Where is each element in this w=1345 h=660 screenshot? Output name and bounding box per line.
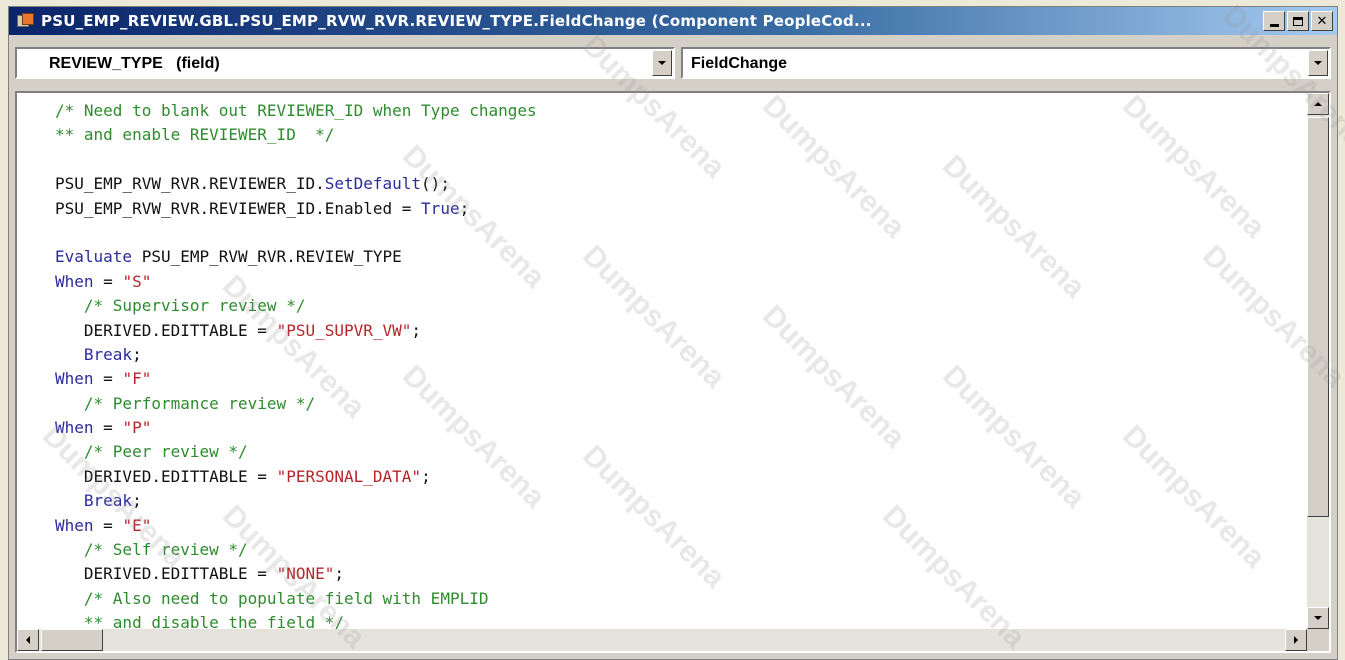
code-line: /* Also need to populate field with EMPL… xyxy=(55,587,537,611)
code-line: DERIVED.EDITTABLE = "PERSONAL_DATA"; xyxy=(55,465,537,489)
arrow-up-icon xyxy=(1314,102,1322,106)
field-selector-dropdown-button[interactable] xyxy=(652,50,672,76)
minimize-icon xyxy=(1269,23,1279,27)
code-token: DERIVED.EDITTABLE = xyxy=(55,320,277,340)
window-title: PSU_EMP_REVIEW.GBL.PSU_EMP_RVW_RVR.REVIE… xyxy=(41,12,872,30)
code-token: "F" xyxy=(122,369,152,389)
code-text-area[interactable]: /* Need to blank out REVIEWER_ID when Ty… xyxy=(55,99,537,636)
code-line: /* Performance review */ xyxy=(55,392,537,416)
event-selector[interactable]: FieldChange xyxy=(681,47,1331,79)
field-selector-value: REVIEW_TYPE (field) xyxy=(49,55,220,72)
code-line: Evaluate PSU_EMP_RVW_RVR.REVIEW_TYPE xyxy=(55,245,537,269)
code-line: When = "F" xyxy=(55,367,537,391)
field-selector[interactable]: REVIEW_TYPE (field) xyxy=(15,47,675,79)
code-token: (); xyxy=(421,174,450,194)
code-token: /* Also need to populate field with EMPL… xyxy=(55,588,489,608)
code-token: /* Peer review */ xyxy=(55,442,248,462)
code-token: When xyxy=(55,515,94,535)
code-editor[interactable]: /* Need to blank out REVIEWER_ID when Ty… xyxy=(15,91,1331,653)
code-token: "NONE" xyxy=(276,564,335,584)
peoplecode-app-icon xyxy=(17,13,35,29)
code-token: = xyxy=(93,418,123,438)
close-icon: ✕ xyxy=(1316,13,1328,29)
code-token: Break xyxy=(55,491,133,511)
code-token: "S" xyxy=(122,271,152,291)
code-token: Break xyxy=(55,344,133,364)
window-controls: ✕ xyxy=(1263,11,1333,31)
code-token: DERIVED.EDITTABLE = xyxy=(55,466,277,486)
maximize-button[interactable] xyxy=(1287,11,1309,31)
horizontal-scrollbar[interactable] xyxy=(17,629,1307,651)
arrow-down-icon xyxy=(1314,616,1322,620)
maximize-icon xyxy=(1293,16,1303,26)
peoplecode-editor-window: PSU_EMP_REVIEW.GBL.PSU_EMP_RVW_RVR.REVIE… xyxy=(8,6,1338,660)
code-token: True xyxy=(421,198,460,218)
code-token: ; xyxy=(459,198,470,218)
title-bar[interactable]: PSU_EMP_REVIEW.GBL.PSU_EMP_RVW_RVR.REVIE… xyxy=(9,7,1337,35)
code-token: ; xyxy=(132,344,142,364)
code-line: Break; xyxy=(55,489,537,513)
code-token: When xyxy=(55,369,94,389)
code-token: "PSU_SUPVR_VW" xyxy=(276,320,412,340)
code-token: = xyxy=(93,515,123,535)
code-line: When = "S" xyxy=(55,270,537,294)
code-token: PSU_EMP_RVW_RVR.REVIEW_TYPE xyxy=(132,247,402,267)
scroll-up-button[interactable] xyxy=(1307,93,1329,115)
code-token: PSU_EMP_RVW_RVR.REVIEWER_ID. xyxy=(55,174,325,194)
code-token: /* Supervisor review */ xyxy=(55,296,306,316)
code-line: PSU_EMP_RVW_RVR.REVIEWER_ID.SetDefault()… xyxy=(55,172,537,196)
code-token: ; xyxy=(132,491,142,511)
vertical-scroll-thumb[interactable] xyxy=(1307,117,1329,517)
scroll-down-button[interactable] xyxy=(1307,607,1329,629)
resize-grip-icon[interactable] xyxy=(1307,629,1329,651)
close-button[interactable]: ✕ xyxy=(1311,11,1333,31)
code-token: Evaluate xyxy=(55,247,133,267)
code-token: "PERSONAL_DATA" xyxy=(276,466,422,486)
code-line: ** and enable REVIEWER_ID */ xyxy=(55,123,537,147)
code-token: = xyxy=(93,369,123,389)
code-line: DERIVED.EDITTABLE = "PSU_SUPVR_VW"; xyxy=(55,319,537,343)
code-token: ; xyxy=(411,320,422,340)
horizontal-scroll-thumb[interactable] xyxy=(41,629,103,651)
scroll-right-button[interactable] xyxy=(1285,629,1307,651)
arrow-right-icon xyxy=(1294,636,1298,644)
code-token: ; xyxy=(334,564,344,584)
code-token: "E" xyxy=(122,515,152,535)
code-token: SetDefault xyxy=(324,174,422,194)
code-token: "P" xyxy=(122,418,152,438)
code-token: DERIVED.EDITTABLE = xyxy=(55,564,277,584)
code-line: /* Need to blank out REVIEWER_ID when Ty… xyxy=(55,99,537,123)
chevron-down-icon xyxy=(658,61,666,65)
code-line: PSU_EMP_RVW_RVR.REVIEWER_ID.Enabled = Tr… xyxy=(55,197,537,221)
code-token: PSU_EMP_RVW_RVR.REVIEWER_ID.Enabled = xyxy=(55,198,422,218)
scroll-left-button[interactable] xyxy=(17,629,39,651)
code-line: When = "P" xyxy=(55,416,537,440)
code-token: /* Performance review */ xyxy=(55,393,316,413)
code-token: When xyxy=(55,271,94,291)
code-line: Break; xyxy=(55,343,537,367)
code-token: /* Need to blank out REVIEWER_ID when Ty… xyxy=(55,101,537,120)
code-line: DERIVED.EDITTABLE = "NONE"; xyxy=(55,562,537,586)
code-token: = xyxy=(93,271,123,291)
minimize-button[interactable] xyxy=(1263,11,1285,31)
code-token: /* Self review */ xyxy=(55,540,248,560)
chevron-down-icon xyxy=(1314,61,1322,65)
arrow-left-icon xyxy=(26,636,30,644)
code-token: ** and enable REVIEWER_ID */ xyxy=(55,125,335,145)
code-line: When = "E" xyxy=(55,514,537,538)
code-line: /* Peer review */ xyxy=(55,440,537,464)
selector-bar: REVIEW_TYPE (field) FieldChange xyxy=(15,47,1331,81)
event-selector-value: FieldChange xyxy=(691,55,788,72)
vertical-scrollbar[interactable] xyxy=(1307,93,1329,629)
code-token: When xyxy=(55,418,94,438)
code-line: /* Supervisor review */ xyxy=(55,294,537,318)
code-line: /* Self review */ xyxy=(55,538,537,562)
code-token: ; xyxy=(421,466,431,486)
event-selector-dropdown-button[interactable] xyxy=(1308,50,1328,76)
